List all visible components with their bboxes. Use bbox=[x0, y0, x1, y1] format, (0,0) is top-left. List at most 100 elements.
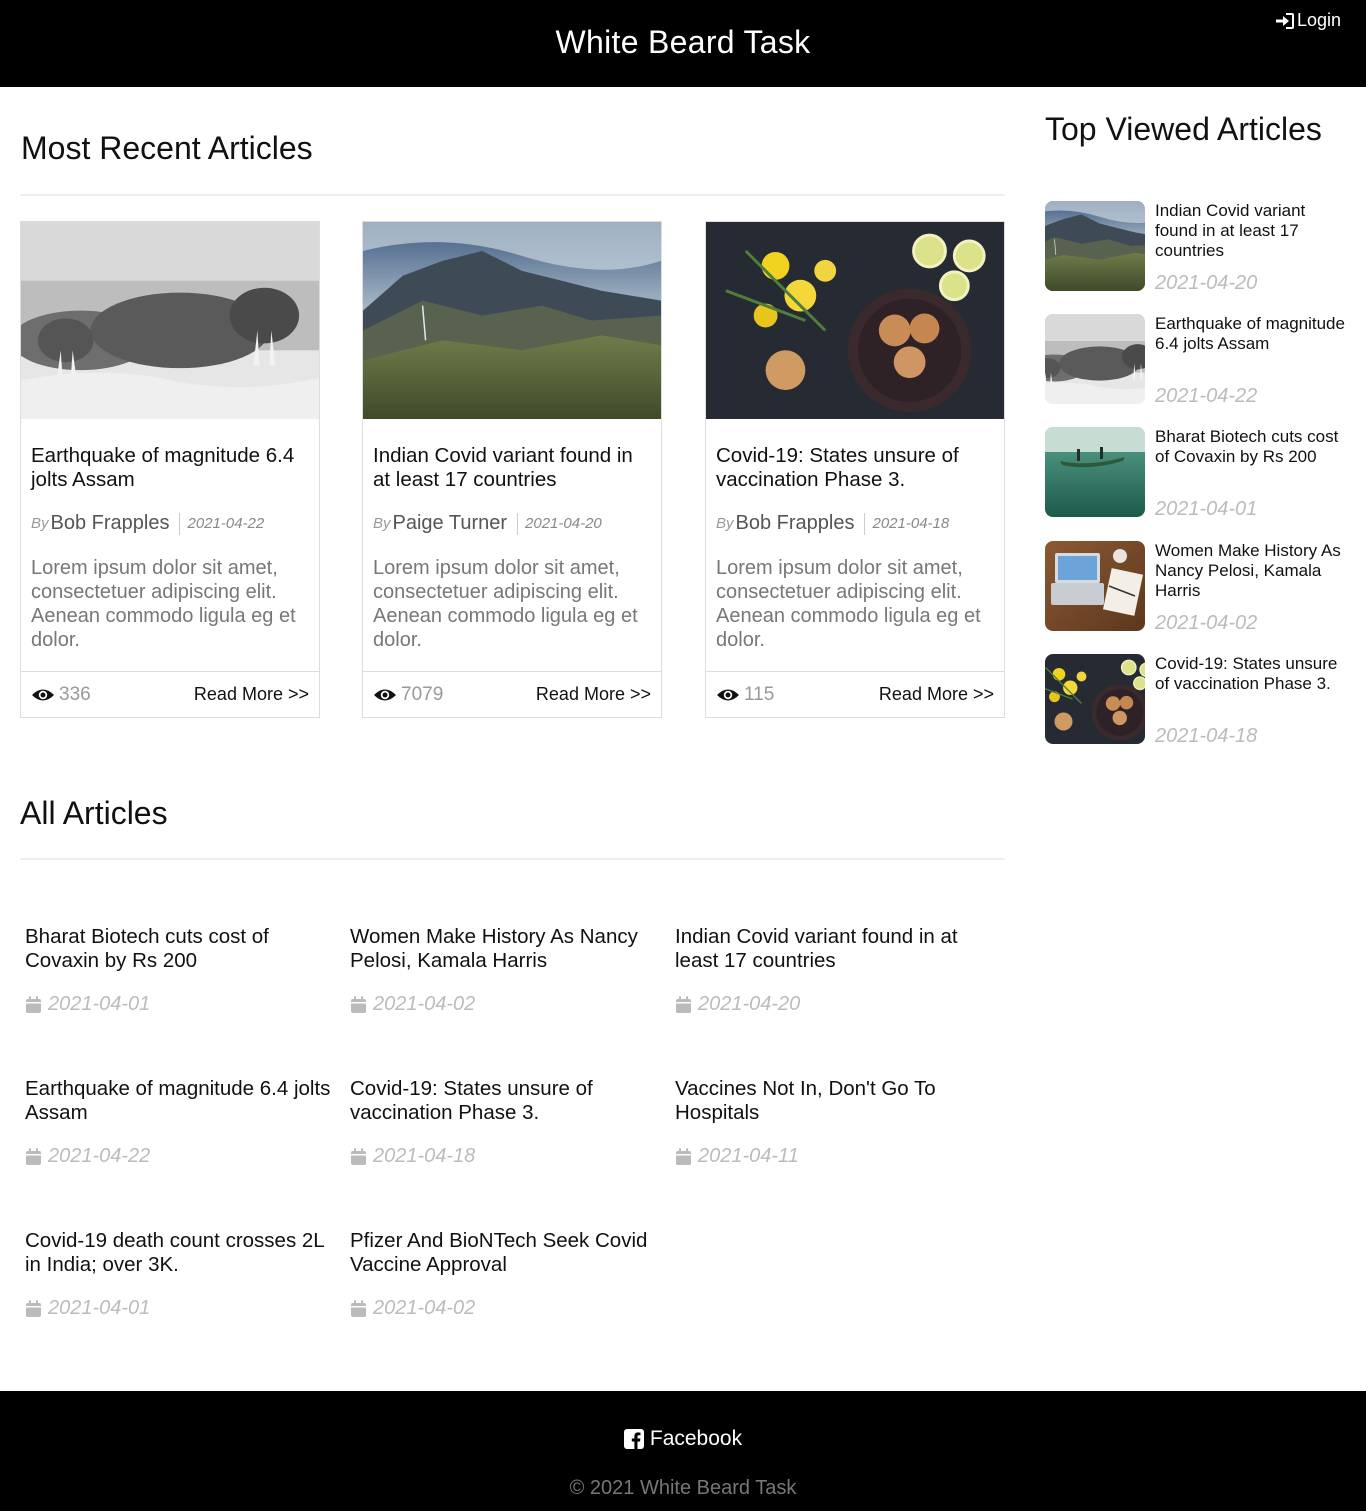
top-viewed-item[interactable]: Women Make History As Nancy Pelosi, Kama… bbox=[1045, 541, 1355, 636]
calendar-icon bbox=[26, 995, 41, 1013]
by-label: By bbox=[31, 515, 49, 532]
recent-divider bbox=[20, 194, 1005, 196]
view-count-value: 7079 bbox=[401, 683, 444, 705]
facebook-icon bbox=[623, 1429, 644, 1449]
recent-article-card: Earthquake of magnitude 6.4 jolts Assam … bbox=[20, 221, 320, 718]
top-viewed-item[interactable]: Earthquake of magnitude 6.4 jolts Assam … bbox=[1045, 314, 1355, 409]
article-list-item[interactable]: Earthquake of magnitude 6.4 jolts Assam … bbox=[25, 1077, 340, 1167]
article-title[interactable]: Vaccines Not In, Don't Go To Hospitals bbox=[675, 1077, 990, 1125]
article-excerpt: Lorem ipsum dolor sit amet, consectetuer… bbox=[716, 557, 981, 651]
eye-icon bbox=[717, 689, 739, 700]
article-title[interactable]: Indian Covid variant found in at least 1… bbox=[373, 444, 651, 492]
article-date: 2021-04-01 bbox=[1155, 498, 1258, 520]
article-title: Indian Covid variant found in at least 1… bbox=[1155, 201, 1306, 260]
article-list-item[interactable]: Vaccines Not In, Don't Go To Hospitals 2… bbox=[675, 1077, 990, 1167]
recent-section-title: Most Recent Articles bbox=[21, 130, 313, 166]
top-viewed-title: Top Viewed Articles bbox=[1045, 111, 1322, 147]
article-thumbnail bbox=[1045, 541, 1145, 631]
article-title[interactable]: Covid-19 death count crosses 2L in India… bbox=[25, 1229, 340, 1277]
article-date: 2021-04-18 bbox=[872, 515, 950, 532]
article-title: Bharat Biotech cuts cost of Covaxin by R… bbox=[1155, 427, 1339, 466]
view-count-value: 115 bbox=[744, 683, 775, 705]
article-date: 2021-04-01 bbox=[48, 1297, 151, 1319]
article-title[interactable]: Covid-19: States unsure of vaccination P… bbox=[350, 1077, 665, 1125]
article-date: 2021-04-20 bbox=[525, 515, 602, 532]
article-date: 2021-04-22 bbox=[1155, 385, 1258, 407]
article-date: 2021-04-11 bbox=[698, 1145, 799, 1167]
article-list-item[interactable]: Indian Covid variant found in at least 1… bbox=[675, 925, 990, 1015]
article-date: 2021-04-18 bbox=[373, 1145, 476, 1167]
view-count: 7079 bbox=[373, 684, 443, 706]
article-list-item[interactable]: Covid-19 death count crosses 2L in India… bbox=[25, 1229, 340, 1319]
article-date-row: 2021-04-22 bbox=[25, 1145, 150, 1168]
article-image[interactable] bbox=[706, 222, 1004, 419]
top-viewed-item[interactable]: Bharat Biotech cuts cost of Covaxin by R… bbox=[1045, 427, 1355, 522]
all-articles-divider bbox=[20, 858, 1005, 860]
article-excerpt: Lorem ipsum dolor sit amet, consectetuer… bbox=[373, 557, 638, 651]
calendar-icon bbox=[26, 1147, 41, 1165]
article-list-item[interactable]: Pfizer And BioNTech Seek Covid Vaccine A… bbox=[350, 1229, 665, 1319]
article-title[interactable]: Earthquake of magnitude 6.4 jolts Assam bbox=[25, 1077, 340, 1125]
card-footer: 115 Read More >> bbox=[706, 671, 1004, 717]
sign-in-icon bbox=[1275, 12, 1294, 29]
article-meta: By Paige Turner 2021-04-20 bbox=[373, 512, 651, 535]
article-thumbnail bbox=[1045, 654, 1145, 744]
by-label: By bbox=[373, 515, 391, 532]
eye-icon bbox=[32, 689, 54, 700]
article-list-item[interactable]: Women Make History As Nancy Pelosi, Kama… bbox=[350, 925, 665, 1015]
article-thumbnail bbox=[1045, 314, 1145, 404]
view-count-value: 336 bbox=[59, 683, 91, 705]
article-title[interactable]: Earthquake of magnitude 6.4 jolts Assam bbox=[31, 444, 309, 492]
meta-separator bbox=[517, 512, 519, 535]
read-more-link[interactable]: Read More >> bbox=[194, 684, 309, 705]
article-meta: By Bob Frapples 2021-04-22 bbox=[31, 512, 309, 535]
calendar-icon bbox=[26, 1299, 41, 1317]
article-title: Women Make History As Nancy Pelosi, Kama… bbox=[1155, 541, 1341, 600]
article-thumbnail bbox=[1045, 427, 1145, 517]
top-viewed-item[interactable]: Indian Covid variant found in at least 1… bbox=[1045, 201, 1355, 296]
article-list-item[interactable]: Covid-19: States unsure of vaccination P… bbox=[350, 1077, 665, 1167]
calendar-icon bbox=[351, 1147, 366, 1165]
article-thumbnail bbox=[1045, 201, 1145, 291]
article-author: Bob Frapples bbox=[50, 512, 170, 534]
login-link[interactable]: Login bbox=[1275, 10, 1341, 31]
facebook-link[interactable]: Facebook bbox=[0, 1427, 1366, 1451]
meta-separator bbox=[864, 512, 866, 535]
article-list-item[interactable]: Bharat Biotech cuts cost of Covaxin by R… bbox=[25, 925, 340, 1015]
calendar-icon bbox=[351, 1299, 366, 1317]
article-date: 2021-04-20 bbox=[1155, 272, 1258, 294]
article-title[interactable]: Women Make History As Nancy Pelosi, Kama… bbox=[350, 925, 665, 973]
read-more-link[interactable]: Read More >> bbox=[536, 684, 651, 705]
article-title[interactable]: Covid-19: States unsure of vaccination P… bbox=[716, 444, 994, 492]
view-count: 115 bbox=[716, 684, 774, 706]
article-title[interactable]: Pfizer And BioNTech Seek Covid Vaccine A… bbox=[350, 1229, 665, 1277]
facebook-label: Facebook bbox=[649, 1427, 743, 1450]
article-title[interactable]: Bharat Biotech cuts cost of Covaxin by R… bbox=[25, 925, 340, 973]
meta-separator bbox=[179, 512, 181, 535]
site-title[interactable]: White Beard Task bbox=[0, 24, 1366, 61]
article-date-row: 2021-04-18 bbox=[350, 1145, 475, 1168]
site-header: White Beard Task Login bbox=[0, 0, 1366, 87]
article-date-row: 2021-04-11 bbox=[675, 1145, 799, 1168]
copyright: © 2021 White Beard Task bbox=[569, 1477, 797, 1499]
read-more-link[interactable]: Read More >> bbox=[879, 684, 994, 705]
article-author: Paige Turner bbox=[392, 512, 508, 534]
article-date: 2021-04-18 bbox=[1155, 725, 1258, 747]
article-image[interactable] bbox=[363, 222, 661, 419]
recent-article-card: Indian Covid variant found in at least 1… bbox=[362, 221, 662, 718]
view-count: 336 bbox=[31, 684, 91, 706]
article-title: Covid-19: States unsure of vaccination P… bbox=[1155, 654, 1338, 693]
recent-article-card: Covid-19: States unsure of vaccination P… bbox=[705, 221, 1005, 718]
top-viewed-item[interactable]: Covid-19: States unsure of vaccination P… bbox=[1045, 654, 1355, 749]
article-date: 2021-04-22 bbox=[48, 1145, 151, 1167]
article-meta: By Bob Frapples 2021-04-18 bbox=[716, 512, 994, 535]
article-date-row: 2021-04-20 bbox=[675, 993, 800, 1016]
article-title[interactable]: Indian Covid variant found in at least 1… bbox=[675, 925, 990, 973]
article-image[interactable] bbox=[21, 222, 319, 419]
article-date: 2021-04-20 bbox=[698, 993, 801, 1015]
article-date: 2021-04-22 bbox=[187, 515, 265, 532]
article-date: 2021-04-02 bbox=[373, 993, 476, 1015]
by-label: By bbox=[716, 515, 734, 532]
article-date: 2021-04-02 bbox=[373, 1297, 476, 1319]
calendar-icon bbox=[676, 995, 691, 1013]
